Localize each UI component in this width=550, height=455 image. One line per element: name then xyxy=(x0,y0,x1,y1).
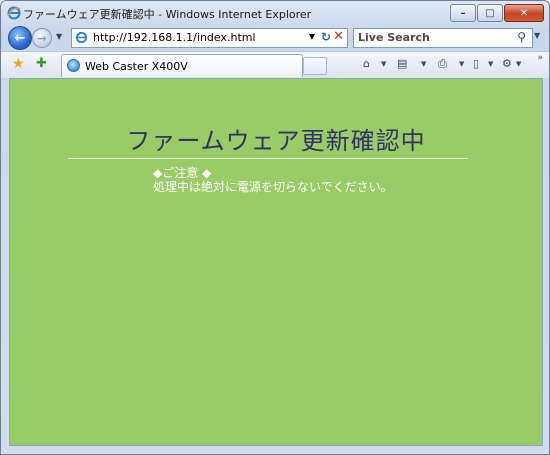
stop-icon[interactable]: ✕ xyxy=(333,29,344,44)
home-dropdown-icon[interactable]: ▼ xyxy=(381,60,386,68)
title-divider xyxy=(68,158,468,159)
forward-arrow-icon: → xyxy=(37,31,47,45)
address-input[interactable]: http://192.168.1.1/index.html xyxy=(93,31,256,44)
notice-block: ◆ご注意 ◆ 処理中は絶対に電源を切らないでください。 xyxy=(153,166,393,194)
back-arrow-icon: ← xyxy=(14,30,26,46)
maximize-button[interactable]: □ xyxy=(477,4,503,22)
feeds-dropdown-icon[interactable]: ▼ xyxy=(421,60,426,68)
notice-heading: ◆ご注意 ◆ xyxy=(153,166,212,180)
search-box[interactable]: Live Search ⚲ xyxy=(353,28,533,48)
close-icon: ✕ xyxy=(519,7,529,19)
tools-dropdown-icon[interactable]: ▼ xyxy=(516,60,521,68)
minimize-icon: – xyxy=(460,7,466,19)
page-dropdown-icon[interactable]: ▼ xyxy=(488,60,493,68)
browser-window: ファームウェア更新確認中 - Windows Internet Explorer… xyxy=(0,0,550,455)
title-bar[interactable]: ファームウェア更新確認中 - Windows Internet Explorer… xyxy=(1,1,549,25)
search-options-dropdown-icon[interactable]: ▼ xyxy=(534,31,540,40)
address-dropdown-icon[interactable]: ▼ xyxy=(309,32,315,41)
tab-page-icon xyxy=(67,59,80,72)
tab-label: Web Caster X400V xyxy=(85,60,188,73)
chevron-more-icon[interactable]: » xyxy=(537,53,543,63)
back-button[interactable]: ← xyxy=(8,26,32,50)
window-controls: – □ ✕ xyxy=(449,4,544,22)
page-menu-icon[interactable]: ▯ xyxy=(473,57,479,70)
tab-web-caster[interactable]: Web Caster X400V xyxy=(61,54,303,77)
window-title: ファームウェア更新確認中 - Windows Internet Explorer xyxy=(23,8,312,21)
search-input[interactable]: Live Search xyxy=(358,31,430,44)
close-button[interactable]: ✕ xyxy=(504,4,544,22)
refresh-icon[interactable]: ↻ xyxy=(321,30,331,44)
notice-text: 処理中は絶対に電源を切らないでください。 xyxy=(153,180,393,194)
page-icon xyxy=(75,31,88,44)
home-icon[interactable]: ⌂ xyxy=(363,57,370,70)
new-tab-button[interactable] xyxy=(303,57,327,75)
page-title: ファームウェア更新確認中 xyxy=(126,127,426,155)
navigation-bar: ← → ▼ http://192.168.1.1/index.html ▼ ↻ … xyxy=(1,25,549,51)
recent-pages-dropdown-icon[interactable]: ▼ xyxy=(56,32,62,41)
ie-logo-icon xyxy=(7,6,21,20)
add-favorites-icon[interactable]: ✚ xyxy=(36,56,47,71)
maximize-icon: □ xyxy=(485,7,495,19)
minimize-button[interactable]: – xyxy=(450,4,476,22)
tools-gear-icon[interactable]: ⚙ xyxy=(502,57,512,70)
feeds-icon[interactable]: ▤ xyxy=(397,57,407,70)
search-icon[interactable]: ⚲ xyxy=(517,30,526,44)
tab-bar: ★ ✚ Web Caster X400V ⌂ ▼ ▤ ▼ ⎙ ▼ ▯ ▼ ⚙ ▼… xyxy=(1,51,549,78)
favorites-star-icon[interactable]: ★ xyxy=(12,56,25,72)
forward-button[interactable]: → xyxy=(32,28,52,48)
print-icon[interactable]: ⎙ xyxy=(438,57,447,71)
address-bar[interactable]: http://192.168.1.1/index.html ▼ ↻ ✕ xyxy=(71,28,348,48)
print-dropdown-icon[interactable]: ▼ xyxy=(459,60,464,68)
page-content: ファームウェア更新確認中 ◆ご注意 ◆ 処理中は絶対に電源を切らないでください。 xyxy=(9,78,543,446)
